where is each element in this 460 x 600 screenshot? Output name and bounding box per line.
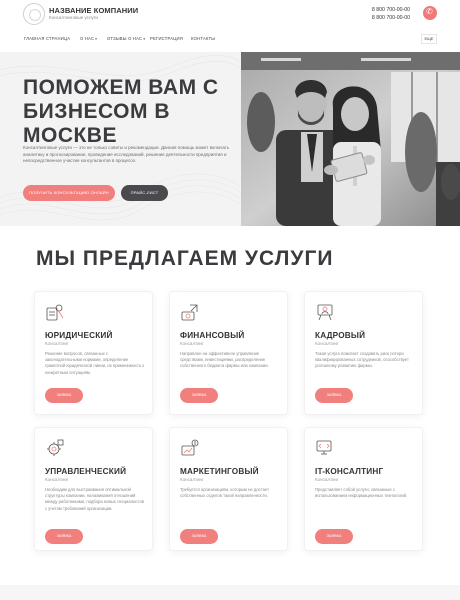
card-description: Необходим для выстраивания оптимальной с… xyxy=(45,487,145,511)
service-card-marketing[interactable]: МАРКЕТИНГОВЫЙ Консалтинг Требуется орган… xyxy=(169,427,288,551)
personnel-icon xyxy=(317,304,333,321)
hero-title-line: ПОМОЖЕМ ВАМ С xyxy=(23,76,219,99)
price-list-button[interactable]: ПРАЙС-ЛИСТ xyxy=(121,185,168,201)
chevron-down-icon: ▾ xyxy=(143,37,146,41)
it-icon xyxy=(316,440,332,455)
request-button[interactable]: ЗАЯВКА xyxy=(315,529,353,544)
card-description: Требуется организациям, которым не доста… xyxy=(180,487,270,499)
card-title: ЮРИДИЧЕСКИЙ xyxy=(45,331,113,340)
request-button[interactable]: ЗАЯВКА xyxy=(180,529,218,544)
hero-title: ПОМОЖЕМ ВАМ С БИЗНЕСОМ В МОСКВЕ xyxy=(23,76,233,148)
site-header: НАЗВАНИЕ КОМПАНИИ Консалтинговые услуги … xyxy=(0,0,460,27)
hero-description: Консалтинговые услуги — это не только со… xyxy=(23,145,230,164)
service-card-legal[interactable]: ЮРИДИЧЕСКИЙ Консалтинг Решение вопросов,… xyxy=(34,291,153,415)
card-title: МАРКЕТИНГОВЫЙ xyxy=(180,467,259,476)
nav-item-reviews[interactable]: ОТЗЫВЫ О НАС▾ xyxy=(107,36,145,41)
card-subtitle: Консалтинг xyxy=(180,477,204,482)
card-description: Представляет собой услуги, связанные с и… xyxy=(315,487,408,499)
company-subtitle: Консалтинговые услуги xyxy=(49,15,98,20)
nav-item-about-label: О НАС xyxy=(80,36,95,41)
chevron-down-icon: ▾ xyxy=(95,37,98,41)
card-title: IT-КОНСАЛТИНГ xyxy=(315,467,384,476)
card-title: УПРАВЛЕНЧЕСКИЙ xyxy=(45,467,127,476)
nav-item-reviews-label: ОТЗЫВЫ О НАС xyxy=(107,36,143,41)
nav-item-contacts[interactable]: КОНТАКТЫ xyxy=(191,36,215,41)
service-card-management[interactable]: УПРАВЛЕНЧЕСКИЙ Консалтинг Необходим для … xyxy=(34,427,153,551)
service-card-finance[interactable]: ФИНАНСОВЫЙ Консалтинг Направлен на эффек… xyxy=(169,291,288,415)
phone-icon[interactable] xyxy=(423,6,437,20)
card-subtitle: Консалтинг xyxy=(180,341,204,346)
logo[interactable] xyxy=(23,3,45,25)
online-consultation-button[interactable]: ПОЛУЧИТЬ КОНСУЛЬТАЦИЮ ОНЛАЙН xyxy=(23,185,115,201)
footer-strip xyxy=(0,585,460,600)
company-name[interactable]: НАЗВАНИЕ КОМПАНИИ xyxy=(49,6,138,15)
card-subtitle: Консалтинг xyxy=(315,341,339,346)
request-button[interactable]: ЗАЯВКА xyxy=(180,388,218,403)
card-title: ФИНАНСОВЫЙ xyxy=(180,331,245,340)
hero-photo xyxy=(241,52,460,226)
service-card-it[interactable]: IT-КОНСАЛТИНГ Консалтинг Представляет со… xyxy=(304,427,423,551)
request-button[interactable]: ЗАЯВКА xyxy=(45,529,83,544)
nav-item-about[interactable]: О НАС▾ xyxy=(80,36,97,41)
card-title: КАДРОВЫЙ xyxy=(315,331,366,340)
management-icon xyxy=(47,439,64,456)
card-subtitle: Консалтинг xyxy=(315,477,339,482)
main-nav: ГЛАВНАЯ СТРАНИЦА О НАС▾ ОТЗЫВЫ О НАС▾ РЕ… xyxy=(0,31,460,47)
phone-number-2[interactable]: 8 800 700-00-00 xyxy=(372,15,410,21)
legal-icon xyxy=(46,304,64,321)
card-description: Такая услуга помогает создавать риск пот… xyxy=(315,351,409,369)
card-description: Решение вопросов, связанных с законодате… xyxy=(45,351,145,375)
service-card-personnel[interactable]: КАДРОВЫЙ Консалтинг Такая услуга помогае… xyxy=(304,291,423,415)
finance-icon xyxy=(181,304,198,321)
card-subtitle: Консалтинг xyxy=(45,477,69,482)
hero-title-line: БИЗНЕСОМ В xyxy=(23,100,170,123)
request-button[interactable]: ЗАЯВКА xyxy=(45,388,83,403)
nav-more-button[interactable]: ЕЩЕ xyxy=(421,34,437,44)
services-section-title: МЫ ПРЕДЛАГАЕМ УСЛУГИ xyxy=(36,247,334,270)
request-button[interactable]: ЗАЯВКА xyxy=(315,388,353,403)
marketing-icon xyxy=(181,439,199,456)
phone-number-1[interactable]: 8 800 700-00-00 xyxy=(372,7,410,13)
nav-item-registration[interactable]: РЕГИСТРАЦИЯ xyxy=(150,36,183,41)
card-subtitle: Консалтинг xyxy=(45,341,69,346)
nav-item-home[interactable]: ГЛАВНАЯ СТРАНИЦА xyxy=(24,36,70,41)
card-description: Направлен на эффективное управление сред… xyxy=(180,351,269,369)
hero-section: ПОМОЖЕМ ВАМ С БИЗНЕСОМ В МОСКВЕ Консалти… xyxy=(0,52,460,226)
